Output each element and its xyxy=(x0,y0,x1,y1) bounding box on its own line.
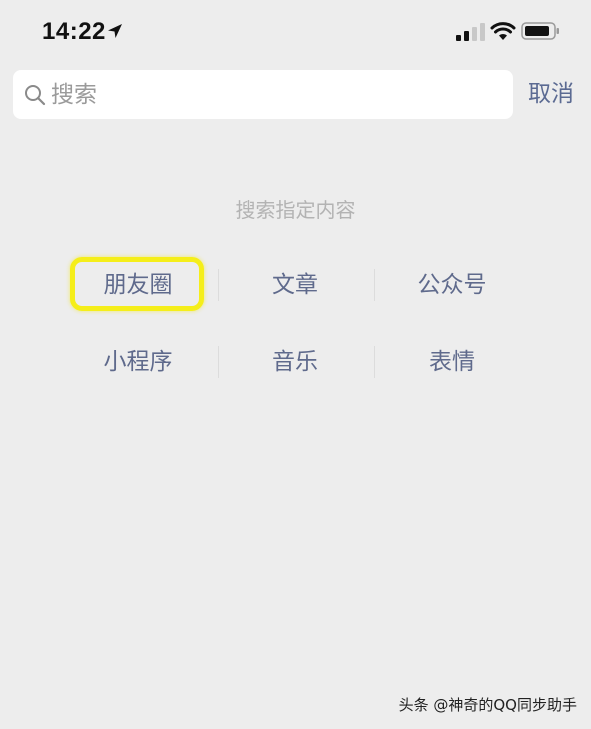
battery-icon xyxy=(521,22,559,40)
search-hint: 搜索指定内容 xyxy=(235,198,356,222)
category-stickers[interactable]: 表情 xyxy=(372,342,532,382)
status-time: 14:22 xyxy=(42,18,106,45)
location-arrow-icon xyxy=(108,24,122,38)
category-mini-programs[interactable]: 小程序 xyxy=(58,342,218,382)
category-articles[interactable]: 文章 xyxy=(215,265,375,305)
wifi-icon xyxy=(490,22,516,40)
cellular-signal-icon xyxy=(456,23,485,41)
highlight-annotation xyxy=(70,257,204,311)
search-icon xyxy=(25,85,46,106)
search-input[interactable] xyxy=(51,70,501,119)
cancel-button[interactable]: 取消 xyxy=(528,76,574,112)
category-music[interactable]: 音乐 xyxy=(215,342,375,382)
watermark: 头条 @神奇的QQ同步助手 xyxy=(398,696,577,714)
search-bar[interactable] xyxy=(13,70,513,119)
category-official-accounts[interactable]: 公众号 xyxy=(372,265,532,305)
status-bar: 14:22 xyxy=(0,0,591,60)
